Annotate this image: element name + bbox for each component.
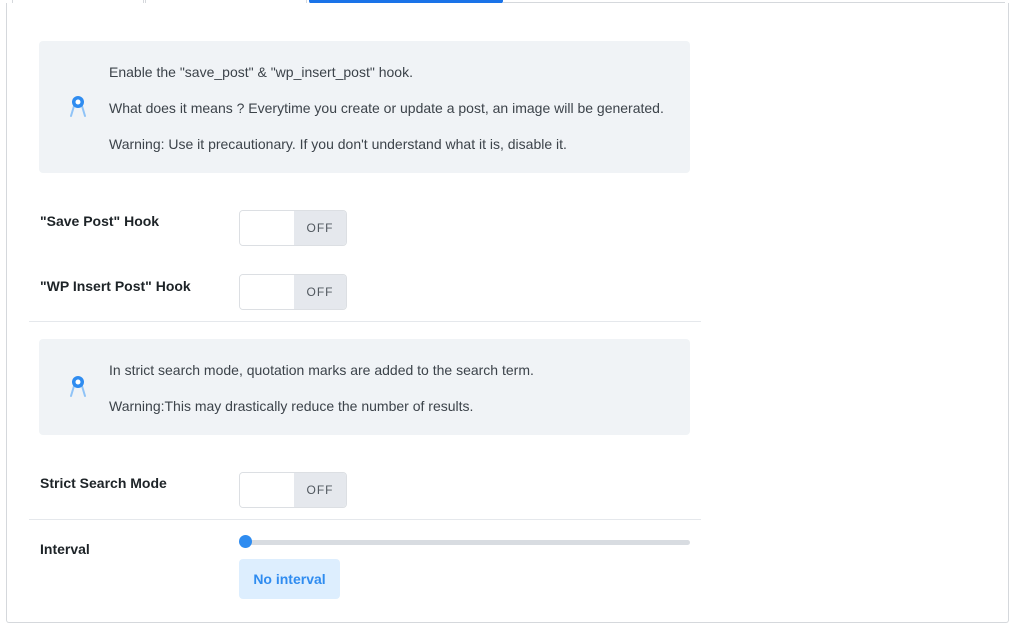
save-post-hook-toggle[interactable]: OFF [239,210,347,246]
divider [29,321,701,322]
search-notice: In strict search mode, quotation marks a… [39,339,690,435]
interval-slider-track[interactable] [244,540,690,545]
strict-search-label: Strict Search Mode [40,475,167,491]
search-notice-line-1: In strict search mode, quotation marks a… [109,362,534,378]
interval-label: Interval [40,541,90,557]
divider [29,519,701,520]
toggle-knob [240,275,294,309]
hooks-notice-line-3: Warning: Use it precautionary. If you do… [109,136,567,152]
search-notice-line-2: Warning:This may drastically reduce the … [109,398,474,414]
wp-insert-post-hook-toggle[interactable]: OFF [239,274,347,310]
hooks-notice-line-2: What does it means ? Everytime you creat… [109,100,664,116]
toggle-state-label: OFF [294,473,346,507]
pin-icon [69,374,87,398]
toggle-knob [240,211,294,245]
strict-search-toggle[interactable]: OFF [239,472,347,508]
toggle-state-label: OFF [294,211,346,245]
interval-slider-thumb[interactable] [239,535,252,548]
wp-insert-post-hook-label: "WP Insert Post" Hook [40,278,191,294]
hooks-notice-line-1: Enable the "save_post" & "wp_insert_post… [109,64,413,80]
save-post-hook-label: "Save Post" Hook [40,213,160,229]
interval-value-badge: No interval [239,559,340,599]
toggle-knob [240,473,294,507]
toggle-state-label: OFF [294,275,346,309]
hooks-notice: Enable the "save_post" & "wp_insert_post… [39,41,690,173]
pin-icon [69,94,87,118]
